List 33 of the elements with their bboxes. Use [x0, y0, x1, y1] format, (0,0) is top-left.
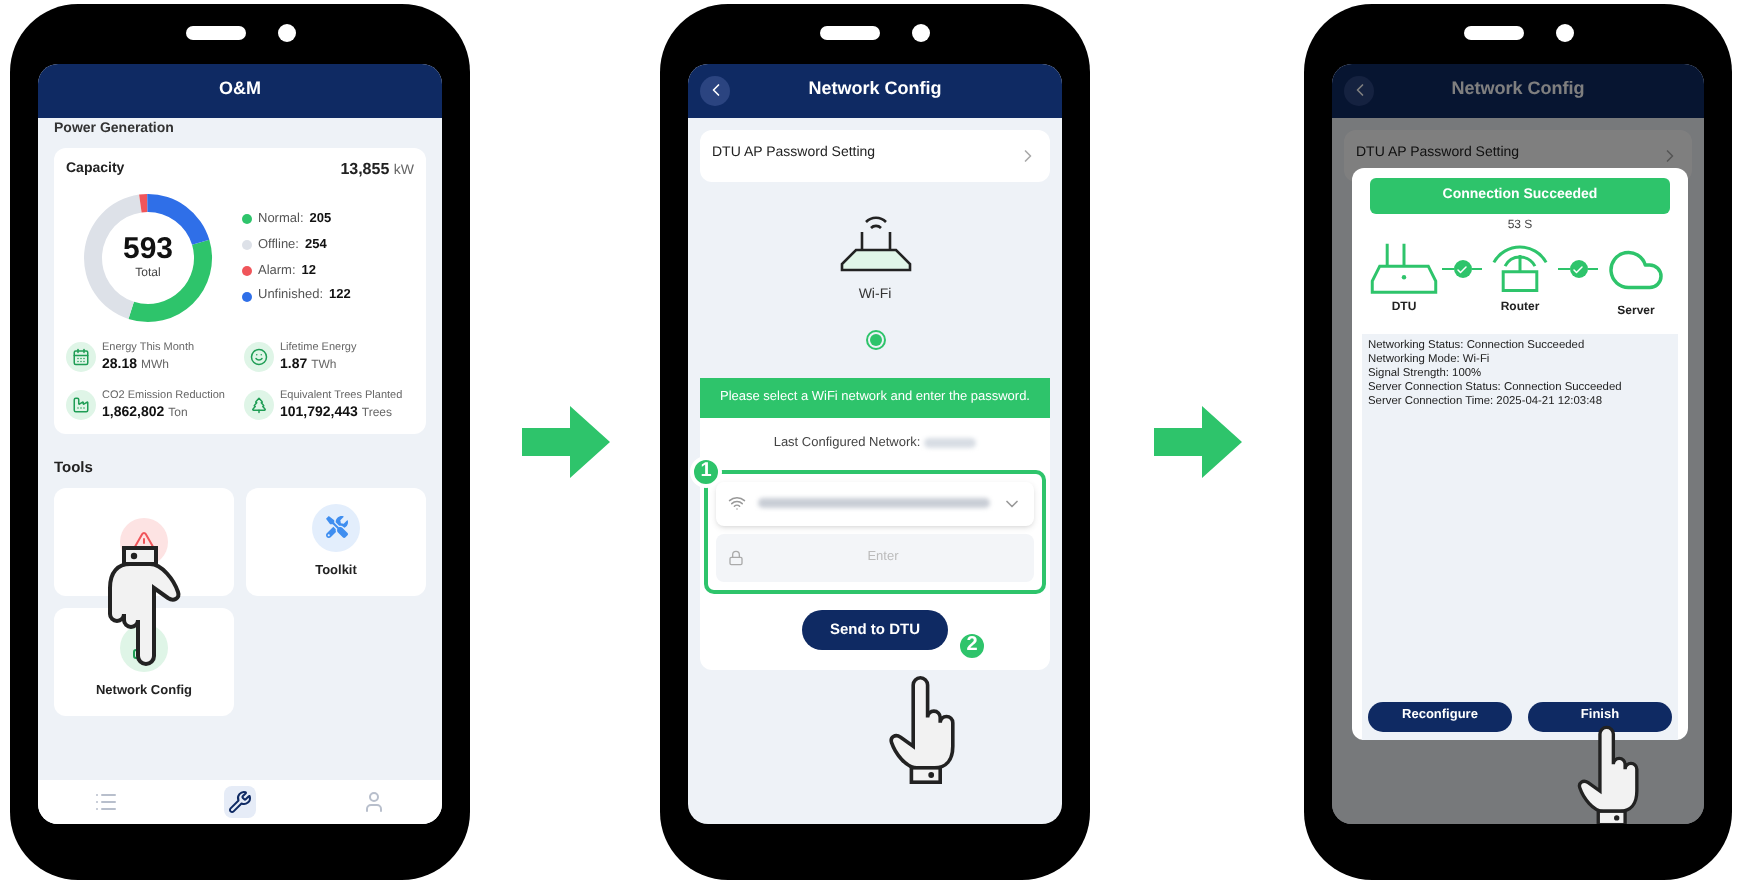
wifi-icon: [728, 494, 746, 512]
check-icon: [1572, 263, 1584, 275]
blurred-text: [924, 438, 977, 449]
camera-lens: [1555, 24, 1573, 42]
screen-title: O&M: [217, 76, 263, 103]
speaker-slot: [185, 26, 245, 40]
tree-icon: [250, 395, 268, 413]
dtu-device-icon: [1370, 240, 1438, 296]
smiley-icon: [250, 348, 268, 366]
hand-pointer-icon: [102, 543, 182, 667]
arrow-icon: [1153, 405, 1241, 477]
check-icon: [1456, 263, 1468, 275]
wrench-icon: [227, 789, 252, 813]
camera-lens: [277, 24, 295, 42]
speaker-slot: [1463, 26, 1523, 40]
back-button[interactable]: [700, 75, 730, 105]
radio-button[interactable]: [865, 330, 885, 350]
screen-title: Network Config: [1449, 76, 1587, 103]
arrow-icon: [521, 405, 609, 477]
calendar-icon: [72, 348, 90, 366]
camera-lens: [912, 24, 930, 42]
tools-icon: [325, 516, 347, 539]
step-badge: 2: [956, 629, 988, 661]
total-value: 593: [122, 233, 174, 265]
step-badge: 1: [690, 455, 722, 487]
nav-tab[interactable]: [223, 785, 256, 817]
speaker-slot: [820, 26, 880, 40]
person-icon: [362, 789, 387, 813]
lock-icon: [728, 549, 744, 565]
factory-icon: [72, 395, 90, 413]
donut-chart-drawing: [78, 188, 218, 328]
screen-title: Network Config: [806, 76, 944, 103]
hand-pointer-icon: [888, 673, 960, 785]
